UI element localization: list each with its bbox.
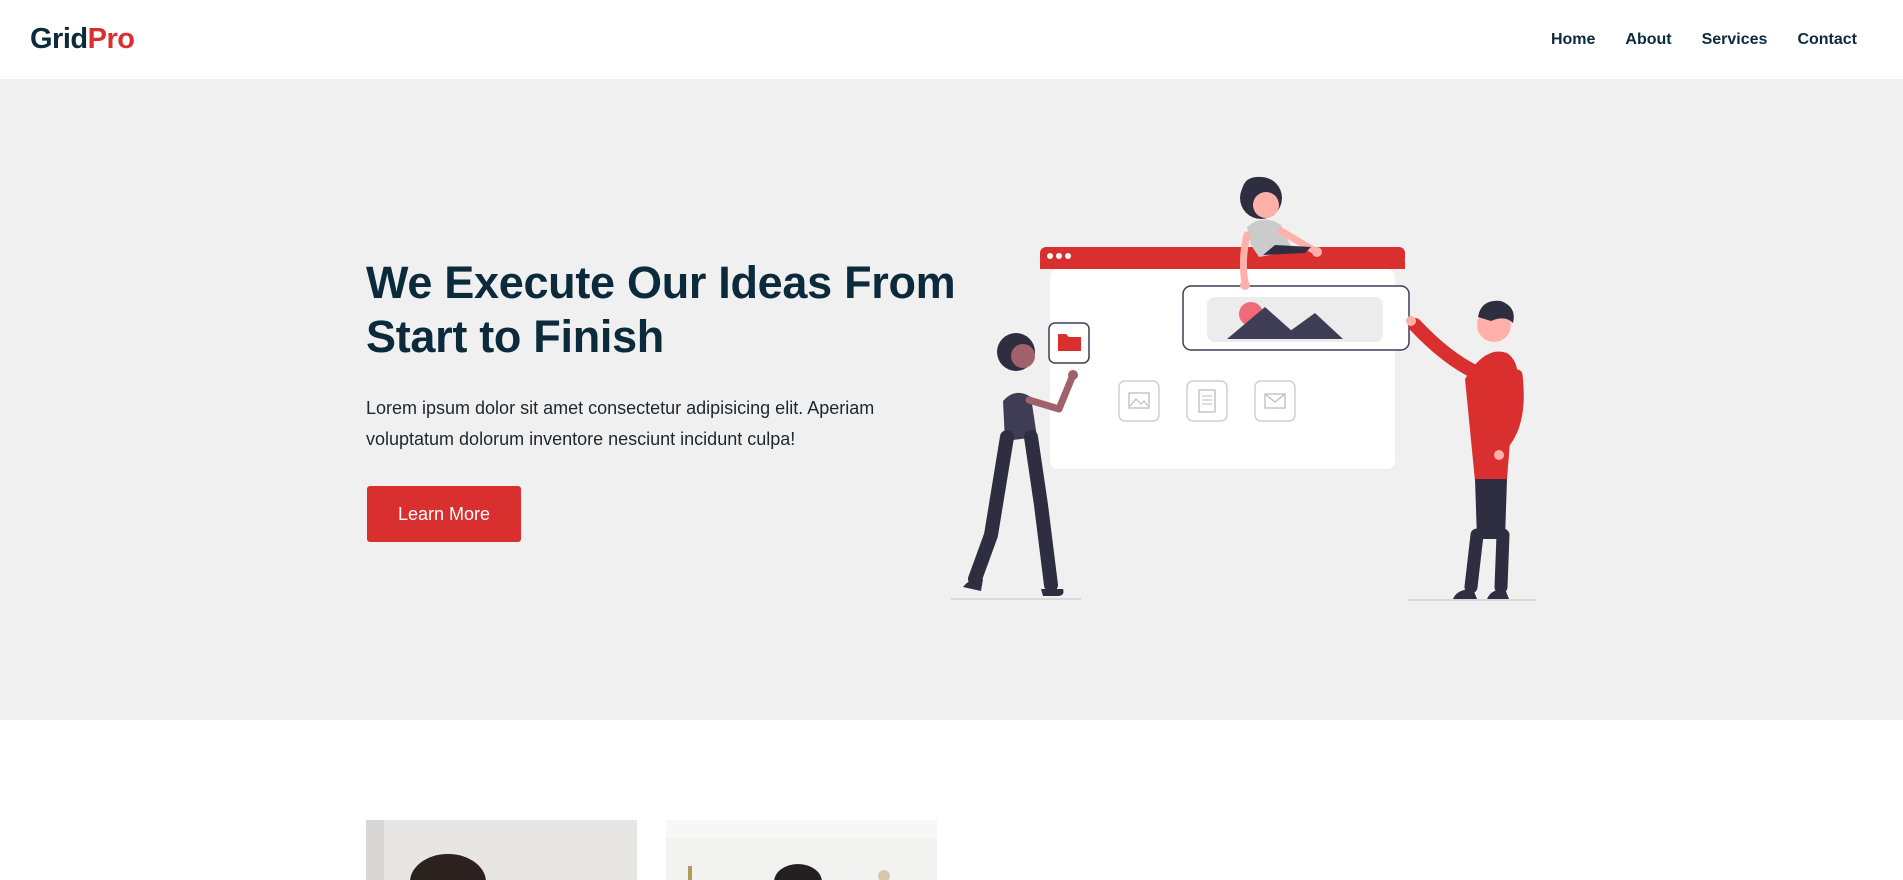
person-right <box>1406 300 1537 601</box>
logo-text-grid: Grid <box>30 23 88 55</box>
person-photo <box>366 820 637 880</box>
nav-about[interactable]: About <box>1625 31 1671 49</box>
hero-title: We Execute Our Ideas From Start to Finis… <box>366 257 956 362</box>
hero-illustration <box>951 176 1537 601</box>
nav-home[interactable]: Home <box>1551 31 1595 49</box>
folder-icon <box>1048 322 1090 364</box>
logo-text-pro: Pro <box>87 23 135 55</box>
image-icon <box>1118 380 1160 422</box>
learn-more-button[interactable]: Learn More <box>367 486 521 542</box>
person-photo <box>666 820 937 880</box>
logo[interactable]: GridPro <box>30 23 135 56</box>
hero-section: We Execute Our Ideas From Start to Finis… <box>0 79 1903 720</box>
photo-section <box>0 820 1903 880</box>
nav-contact[interactable]: Contact <box>1797 31 1857 49</box>
navbar: GridPro Home About Services Contact <box>0 0 1903 79</box>
mail-icon <box>1254 380 1296 422</box>
nav-links: Home About Services Contact <box>1551 31 1857 49</box>
document-icon <box>1186 380 1228 422</box>
hero-text: Lorem ipsum dolor sit amet consectetur a… <box>366 398 875 449</box>
image-card <box>1182 285 1410 351</box>
browser-window <box>1040 247 1405 469</box>
nav-services[interactable]: Services <box>1702 31 1768 49</box>
